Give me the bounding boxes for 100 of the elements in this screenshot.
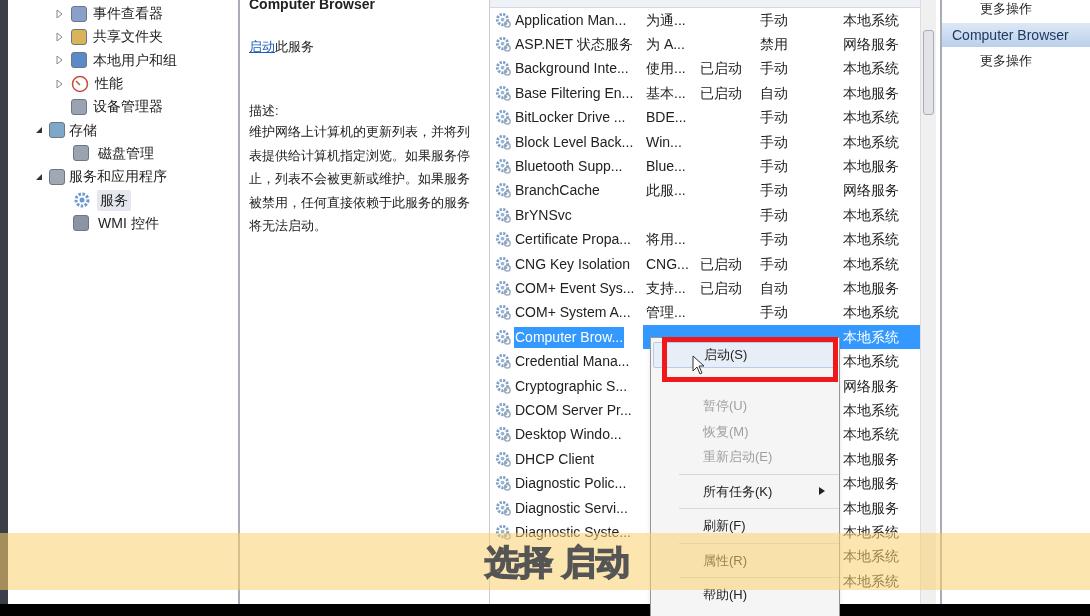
- table-cell-text: 本地系统: [843, 205, 899, 225]
- more-actions-link[interactable]: 更多操作: [942, 1, 1090, 19]
- service-name[interactable]: COM+ System A...: [514, 302, 632, 324]
- gear-icon: [495, 84, 512, 102]
- service-name[interactable]: COM+ Event Sys...: [514, 278, 636, 299]
- table-cell-text: 网络服务: [843, 376, 899, 396]
- tree-item[interactable]: 性能: [95, 73, 123, 95]
- menu-item[interactable]: 所有任务(K): [653, 478, 837, 504]
- service-name[interactable]: ASP.NET 状态服务: [514, 34, 634, 56]
- service-name[interactable]: Application Man...: [514, 9, 628, 31]
- expand-arrow-icon[interactable]: [53, 54, 65, 67]
- tree-item[interactable]: 磁盘管理: [95, 142, 157, 164]
- table-cell-text: 本地服务: [843, 279, 899, 298]
- tree-item[interactable]: 存储: [69, 119, 97, 141]
- table-cell-text: 本地系统: [843, 547, 899, 567]
- expand-arrow-icon[interactable]: [53, 7, 65, 20]
- tree-item[interactable]: 事件查看器: [93, 3, 163, 25]
- gear-icon: [495, 231, 512, 249]
- table-cell: 支持...: [646, 280, 686, 296]
- service-name[interactable]: Diagnostic Syste...: [514, 521, 632, 543]
- gauge-icon: [71, 74, 89, 93]
- tree-item[interactable]: WMI 控件: [95, 212, 162, 234]
- gear-icon: [495, 377, 512, 395]
- table-cell-text: 本地系统: [843, 303, 899, 323]
- menu-item[interactable]: 帮助(H): [653, 582, 837, 608]
- table-cell-text: 本地系统: [843, 108, 899, 128]
- table-cell-text: 本地系统: [843, 400, 899, 420]
- gear-icon: [495, 401, 512, 419]
- menu-item[interactable]: 刷新(F): [653, 513, 837, 539]
- storage-icon: [49, 122, 65, 139]
- table-cell-text: 网络服务: [843, 35, 899, 55]
- service-name[interactable]: Diagnostic Servi...: [514, 497, 629, 519]
- gear-icon: [495, 206, 512, 224]
- gear-icon: [495, 353, 512, 371]
- table-cell-text: 本地服务: [843, 157, 899, 177]
- service-name[interactable]: Certificate Propa...: [514, 229, 632, 251]
- gear-icon: [73, 191, 91, 209]
- submenu-arrow-icon: [819, 487, 825, 496]
- service-name[interactable]: BrYNSvc: [514, 204, 573, 226]
- service-name[interactable]: Cryptographic S...: [514, 375, 629, 397]
- tree-item[interactable]: 服务: [97, 189, 131, 211]
- table-cell: 管理...: [646, 304, 686, 321]
- table-cell-text: 本地服务: [843, 498, 899, 518]
- gear-icon: [495, 475, 512, 493]
- table-cell: 手动: [760, 109, 788, 126]
- service-name[interactable]: Desktop Windo...: [514, 424, 623, 446]
- expand-arrow-icon[interactable]: [53, 77, 65, 90]
- table-cell: 手动: [760, 60, 788, 77]
- table-cell: 手动: [760, 231, 788, 248]
- expand-arrow-icon[interactable]: [53, 30, 65, 43]
- start-link[interactable]: 启动: [249, 37, 275, 57]
- service-name[interactable]: Background Inte...: [514, 58, 630, 80]
- table-cell: 已启动: [700, 84, 742, 101]
- table-cell: 为通...: [646, 11, 686, 28]
- event-log-icon: [71, 5, 87, 22]
- service-name[interactable]: CNG Key Isolation: [514, 253, 632, 275]
- table-cell-text: 本地系统: [843, 10, 899, 30]
- service-name[interactable]: Diagnostic Polic...: [514, 473, 628, 495]
- tree-item[interactable]: 共享文件夹: [93, 26, 163, 48]
- service-name[interactable]: BranchCache: [514, 180, 601, 202]
- table-cell-text: 网络服务: [843, 181, 899, 201]
- table-cell-text: 本地系统: [843, 230, 899, 250]
- tree-item[interactable]: 服务和应用程序: [69, 166, 167, 188]
- table-cell: 此服...: [646, 182, 686, 199]
- table-cell: 手动: [760, 182, 788, 199]
- service-name[interactable]: DCOM Server Pr...: [514, 399, 633, 421]
- table-cell: 已启动: [700, 280, 742, 296]
- service-title: Computer Browser: [249, 0, 377, 14]
- table-cell: 为 A...: [646, 36, 685, 53]
- table-cell: 已启动: [700, 255, 742, 272]
- service-name[interactable]: Base Filtering En...: [514, 82, 635, 104]
- cursor-icon: [692, 355, 706, 375]
- subtitle-text: 选择 启动: [485, 544, 631, 579]
- gear-icon: [495, 499, 512, 517]
- table-cell-text: 本地系统: [843, 327, 899, 347]
- gear-icon: [495, 133, 512, 151]
- table-cell: 将用...: [646, 231, 686, 248]
- table-cell-text: 本地系统: [843, 425, 899, 445]
- table-cell-text: 本地系统: [843, 132, 899, 152]
- service-name[interactable]: Credential Mana...: [514, 351, 631, 373]
- actions-section-header[interactable]: Computer Browser: [942, 23, 1090, 47]
- table-cell: 手动: [760, 133, 788, 150]
- table-cell: 自动: [760, 280, 788, 296]
- gear-icon: [495, 158, 512, 176]
- service-name[interactable]: BitLocker Drive ...: [514, 107, 627, 129]
- table-cell: Win...: [646, 133, 682, 150]
- service-name[interactable]: Block Level Back...: [514, 131, 635, 153]
- gear-icon: [495, 450, 512, 468]
- table-cell-text: 本地系统: [843, 571, 899, 591]
- table-cell-text: 本地服务: [843, 83, 899, 103]
- service-name[interactable]: DHCP Client: [514, 448, 596, 470]
- tree-item[interactable]: 设备管理器: [93, 96, 163, 118]
- table-cell: 使用...: [646, 60, 686, 77]
- users-icon: [71, 52, 87, 69]
- more-actions-link[interactable]: 更多操作: [942, 51, 1090, 71]
- scrollbar-thumb[interactable]: [923, 30, 934, 115]
- tree-item[interactable]: 本地用户和组: [93, 49, 177, 71]
- service-name[interactable]: Bluetooth Supp...: [514, 156, 624, 178]
- gear-icon: [495, 60, 512, 78]
- description-text: 维护网络上计算机的更新列表，并将列表提供给计算机指定浏览。如果服务停止，列表不会被更新或维护。如果服务被禁用，任何直接依赖于此服务的服务将无法启动。: [249, 123, 471, 235]
